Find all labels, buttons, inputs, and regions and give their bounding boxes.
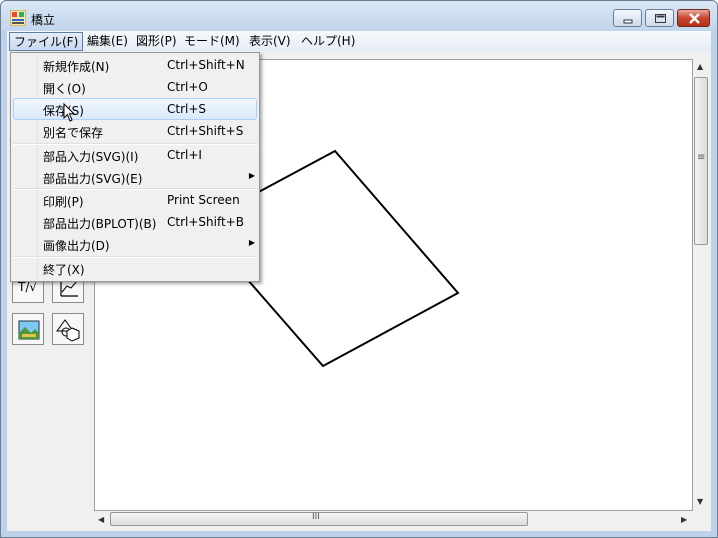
menu-item-label: 終了(X) — [43, 263, 85, 277]
menu-help[interactable]: ヘルプ(H) — [297, 31, 359, 51]
app-logo-icon — [10, 10, 26, 26]
submenu-arrow-icon: ▶ — [248, 238, 255, 247]
menu-item-label: 画像出力(D) — [43, 239, 110, 253]
menu-view[interactable]: 表示(V) — [245, 31, 295, 51]
vertical-scroll-thumb[interactable]: ≡ — [694, 77, 708, 245]
menu-item-print[interactable]: 印刷(P) Print Screen — [13, 189, 257, 211]
window-title: 橋立 — [31, 13, 56, 27]
menu-item-open[interactable]: 開く(O) Ctrl+O — [13, 76, 257, 98]
close-button[interactable] — [677, 9, 710, 27]
scroll-corner — [693, 511, 709, 528]
maximize-icon — [655, 14, 666, 23]
horizontal-scroll-thumb[interactable]: III — [110, 512, 528, 526]
menu-item-label: 部品入力(SVG)(I) — [43, 150, 139, 164]
menu-edit[interactable]: 編集(E) — [83, 31, 132, 51]
close-icon — [689, 13, 700, 24]
app-window: 橋立 ファイル(F) 編集(E) 図形(P) モード(M) 表示(V) ヘルプ(… — [0, 0, 718, 538]
file-menu-dropdown: 新規作成(N) Ctrl+Shift+N 開く(O) Ctrl+O 保存(S) … — [10, 52, 260, 282]
menu-item-shortcut: Ctrl+Shift+N — [167, 58, 245, 72]
menu-item-shortcut: Ctrl+Shift+B — [167, 215, 244, 229]
minimize-icon — [623, 19, 633, 24]
menu-item-save[interactable]: 保存(S) Ctrl+S — [13, 98, 257, 120]
menu-item-shortcut: Ctrl+I — [167, 148, 202, 162]
title-bar[interactable]: 橋立 — [1, 1, 717, 31]
menu-item-label: 部品出力(SVG)(E) — [43, 172, 143, 186]
menu-item-save-as[interactable]: 別名で保存 Ctrl+Shift+S — [13, 120, 257, 142]
menu-item-label: 開く(O) — [43, 82, 86, 96]
maximize-button[interactable] — [645, 9, 674, 27]
menu-item-exit[interactable]: 終了(X) — [13, 257, 257, 279]
scroll-right-icon[interactable]: ▶ — [681, 515, 687, 524]
menu-bar: ファイル(F) 編集(E) 図形(P) モード(M) 表示(V) ヘルプ(H) — [7, 31, 711, 51]
menu-item-shortcut: Ctrl+Shift+S — [167, 124, 244, 138]
vertical-grip-icon: ≡ — [697, 152, 706, 163]
menu-item-export-image[interactable]: 画像出力(D) ▶ — [13, 233, 257, 255]
image-tool-icon — [18, 320, 40, 340]
shapes-tool-icon — [56, 319, 80, 342]
mouse-pointer-icon — [63, 103, 76, 122]
menu-item-new[interactable]: 新規作成(N) Ctrl+Shift+N — [13, 54, 257, 76]
menu-item-import-svg[interactable]: 部品入力(SVG)(I) Ctrl+I — [13, 144, 257, 166]
text-formula-label: T/√ — [18, 280, 38, 294]
menu-file[interactable]: ファイル(F) — [9, 32, 84, 51]
menu-item-label: 部品出力(BPLOT)(B) — [43, 217, 157, 231]
scroll-up-icon[interactable]: ▲ — [697, 62, 703, 71]
menu-shape[interactable]: 図形(P) — [132, 31, 181, 51]
horizontal-scrollbar[interactable]: ◀ III ▶ — [94, 511, 693, 528]
menu-item-label: 印刷(P) — [43, 195, 84, 209]
menu-item-export-bplot[interactable]: 部品出力(BPLOT)(B) Ctrl+Shift+B — [13, 211, 257, 233]
submenu-arrow-icon: ▶ — [248, 171, 255, 180]
menu-item-shortcut: Ctrl+O — [167, 80, 208, 94]
horizontal-grip-icon: III — [312, 512, 320, 522]
scroll-left-icon[interactable]: ◀ — [98, 515, 104, 524]
menu-item-shortcut: Ctrl+S — [167, 102, 207, 116]
minimize-button[interactable] — [613, 9, 642, 27]
menu-item-label: 新規作成(N) — [43, 60, 110, 74]
menu-item-shortcut: Print Screen — [167, 193, 240, 207]
menu-item-label: 別名で保存 — [43, 126, 104, 140]
image-tool[interactable] — [12, 313, 44, 345]
menu-item-export-svg[interactable]: 部品出力(SVG)(E) ▶ — [13, 166, 257, 188]
scroll-down-icon[interactable]: ▼ — [697, 497, 703, 506]
vertical-scrollbar[interactable]: ▲ ≡ ▼ — [693, 59, 709, 511]
menu-mode[interactable]: モード(M) — [180, 31, 244, 51]
shapes-tool[interactable] — [52, 313, 84, 345]
